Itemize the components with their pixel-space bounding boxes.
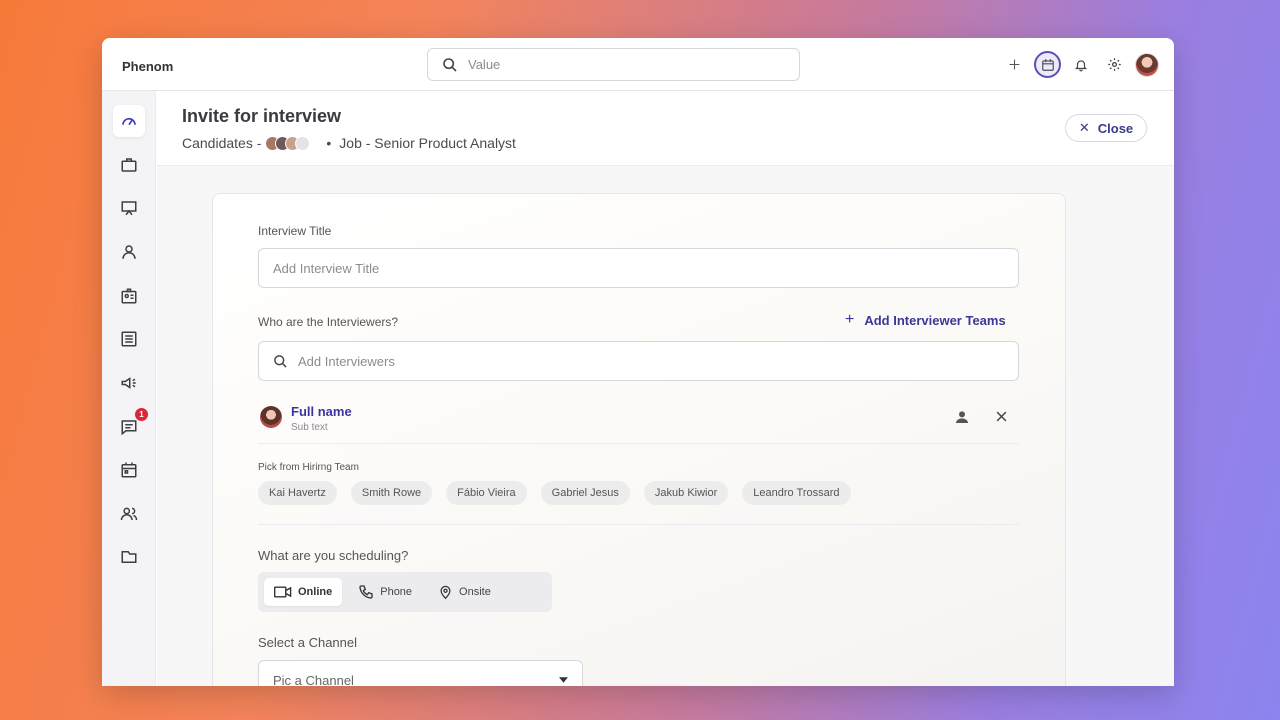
invite-form-card: Interview Title Who are the Interviewers… — [212, 193, 1066, 686]
schedule-phone-option[interactable]: Phone — [348, 578, 422, 606]
dashboard-icon — [122, 117, 136, 126]
video-icon — [274, 586, 292, 598]
job-label: Job - Senior Product Analyst — [339, 135, 516, 151]
sidebar-item-presentations[interactable] — [113, 192, 145, 224]
hiring-team-chip[interactable]: Gabriel Jesus — [540, 481, 630, 505]
close-label: Close — [1097, 120, 1134, 136]
search-icon — [443, 57, 457, 72]
hiring-team-chip[interactable]: Kai Havertz — [258, 481, 337, 505]
interviewer-role-button[interactable] — [954, 409, 970, 430]
top-icons — [994, 51, 1160, 78]
scheduling-type-toggle: Online Phone Onsite — [258, 572, 552, 612]
divider — [258, 524, 1019, 525]
bell-icon — [1074, 59, 1088, 71]
plus-icon: + — [845, 311, 855, 328]
sidebar-item-folders[interactable] — [113, 541, 145, 573]
phone-icon — [359, 585, 373, 599]
interviewer-name[interactable]: Full name — [291, 404, 352, 419]
hiring-team-chip[interactable]: Jakub Kiwior — [643, 481, 729, 505]
hiring-team-chips: Kai Havertz Smith Rowe Fábio Vieira Gabr… — [258, 481, 865, 505]
location-pin-icon — [440, 585, 451, 600]
top-bar: Phenom — [102, 38, 1174, 91]
candidates-label: Candidates - — [182, 135, 262, 151]
interview-title-field[interactable] — [258, 248, 1019, 288]
schedule-onsite-option[interactable]: Onsite — [428, 578, 501, 606]
channel-label: Select a Channel — [258, 635, 358, 650]
interviewers-label: Who are the Interviewers? — [258, 315, 399, 329]
person-icon — [956, 411, 968, 423]
id-card-icon — [121, 288, 137, 304]
channel-placeholder: Pic a Channel — [273, 672, 354, 687]
remove-interviewer-button[interactable] — [994, 409, 1009, 429]
search-icon — [274, 354, 287, 368]
chat-badge: 1 — [135, 408, 148, 421]
chat-icon — [121, 420, 137, 436]
candidate-avatars[interactable] — [265, 135, 311, 151]
global-search[interactable] — [427, 48, 800, 81]
add-teams-label: Add Interviewer Teams — [864, 312, 1006, 328]
page-header: Invite for interview Candidates - • Job … — [157, 91, 1174, 166]
onsite-label: Onsite — [459, 586, 491, 598]
avatar — [1135, 52, 1159, 77]
folder-icon — [121, 551, 137, 563]
page-title: Invite for interview — [182, 106, 342, 126]
hiring-team-label: Pick from Hirirng Team — [258, 462, 359, 473]
list-icon — [121, 331, 137, 347]
interviewers-input[interactable] — [298, 353, 898, 369]
global-search-input[interactable] — [468, 57, 768, 72]
separator-dot: • — [326, 135, 332, 151]
sidebar-item-messages[interactable]: 1 — [113, 408, 148, 443]
close-icon — [996, 411, 1007, 422]
plus-icon — [1009, 59, 1019, 70]
brand-logo: Phenom — [122, 59, 174, 74]
megaphone-icon — [121, 377, 136, 389]
notifications-button[interactable] — [1068, 52, 1094, 78]
calendar-icon — [1041, 58, 1054, 71]
caret-down-icon — [559, 677, 568, 683]
online-label: Online — [298, 586, 333, 598]
add-interviewer-teams-button[interactable]: + Add Interviewer Teams — [845, 311, 1006, 329]
people-icon — [120, 507, 138, 521]
user-avatar-button[interactable] — [1134, 52, 1160, 78]
app-window: Phenom Value 1 Invite for interview Cand… — [102, 38, 1174, 686]
main-content: Invite for interview Candidates - • Job … — [157, 91, 1174, 686]
interview-title-label: Interview Title — [258, 224, 332, 238]
phone-label: Phone — [380, 586, 413, 598]
hiring-team-chip[interactable]: Leandro Trossard — [742, 481, 851, 505]
schedule-online-option[interactable]: Online — [264, 578, 343, 606]
avatar-more — [295, 135, 311, 151]
hiring-team-chip[interactable]: Smith Rowe — [350, 481, 433, 505]
sidebar-item-jobs[interactable] — [113, 149, 145, 181]
sidebar-item-dashboard[interactable] — [113, 105, 145, 137]
person-icon — [122, 245, 136, 259]
close-button[interactable]: ✕ Close — [1065, 114, 1147, 142]
sidebar-item-campaigns[interactable] — [113, 367, 145, 399]
presentation-icon — [121, 201, 137, 216]
sidebar-item-teams[interactable] — [113, 498, 145, 530]
interviewer-subtext: Sub text — [291, 422, 328, 433]
calendar-button[interactable] — [1034, 51, 1061, 78]
sidebar-item-profiles[interactable] — [113, 280, 145, 312]
interview-title-input[interactable] — [273, 260, 873, 276]
briefcase-icon — [121, 158, 137, 172]
channel-select[interactable]: Pic a Channel — [258, 660, 583, 686]
interviewers-search-field[interactable] — [258, 341, 1019, 381]
page-subtitle: Candidates - • Job - Senior Product Anal… — [182, 135, 516, 151]
scheduling-label: What are you scheduling? — [258, 548, 409, 563]
avatar — [260, 406, 282, 428]
selected-interviewer: Full name Sub text — [258, 400, 1019, 444]
sidebar-item-calendar[interactable] — [113, 454, 145, 486]
sidebar-item-lists[interactable] — [113, 323, 145, 355]
sidebar-item-candidates[interactable] — [113, 236, 145, 268]
hiring-team-chip[interactable]: Fábio Vieira — [446, 481, 527, 505]
gear-icon — [1107, 58, 1121, 71]
calendar-icon — [121, 462, 137, 478]
settings-button[interactable] — [1101, 52, 1127, 78]
sidebar: 1 — [102, 91, 156, 686]
add-button[interactable] — [1001, 52, 1027, 78]
close-icon: ✕ — [1078, 120, 1090, 135]
